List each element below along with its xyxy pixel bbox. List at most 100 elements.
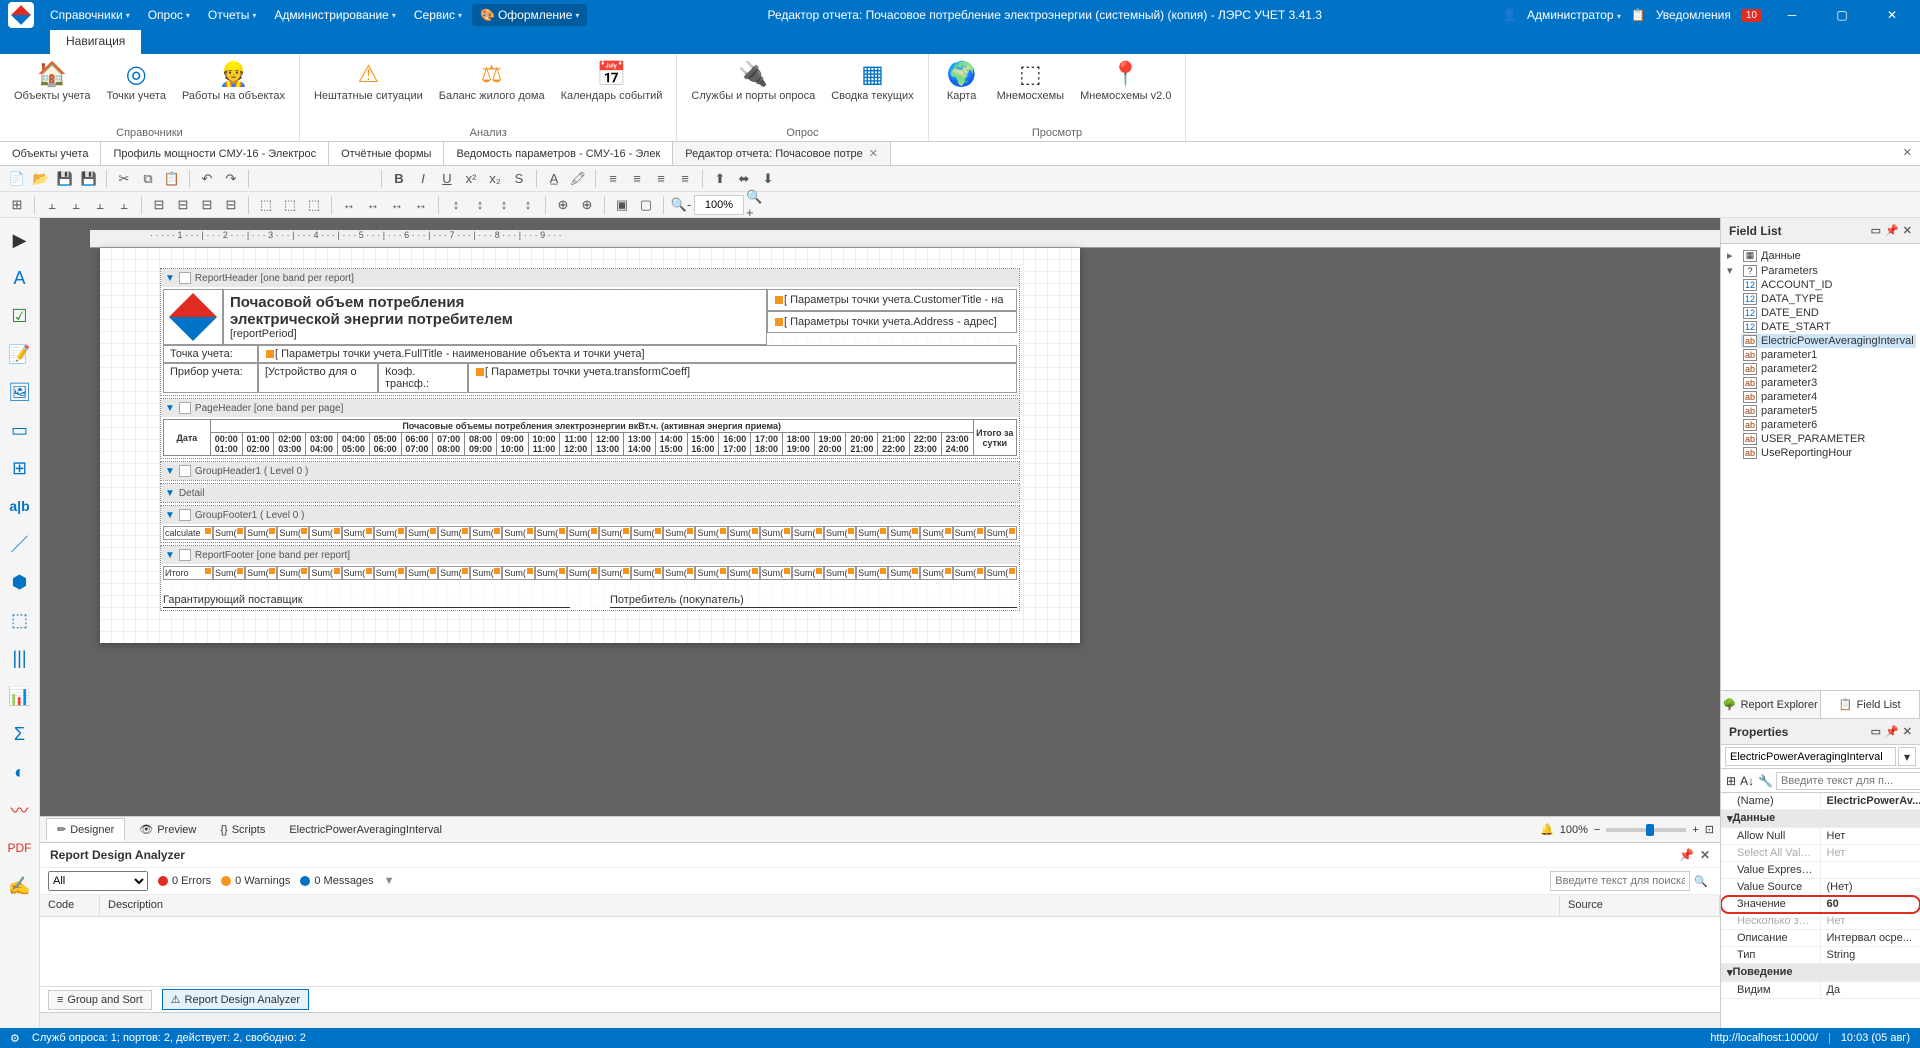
tochka-field[interactable]: [ Параметры точки учета.FullTitle - наим…	[258, 345, 1017, 363]
sum-cell[interactable]: Sum(	[406, 526, 438, 540]
tool-chart[interactable]: 📊	[6, 682, 34, 710]
ribbon-btn-map[interactable]: 🌍Карта	[937, 56, 987, 105]
tab-designer[interactable]: ✏Designer	[46, 818, 125, 841]
hour-col-header[interactable]: 06:0007:00	[401, 433, 433, 456]
sum-cell[interactable]: Sum(	[309, 566, 341, 580]
sum-cell[interactable]: Sum(	[760, 526, 792, 540]
sum-cell[interactable]: Sum(	[985, 526, 1017, 540]
menu-otchety[interactable]: Отчеты▾	[200, 4, 265, 26]
tb-valign-bot[interactable]: ⬇	[757, 168, 779, 190]
close-icon[interactable]: ✕	[1903, 725, 1912, 738]
sum-cell[interactable]: Sum(	[567, 566, 599, 580]
tree-param-parameter1[interactable]: abparameter1	[1741, 348, 1916, 362]
tree-row-params[interactable]: ▾?Parameters	[1725, 263, 1916, 278]
ribbon-btn-services[interactable]: 🔌Службы и порты опроса	[685, 56, 821, 105]
tb-align[interactable]: ⫠	[41, 194, 63, 216]
tree-param-ElectricPowerAveragingInterval[interactable]: abElectricPowerAveragingInterval	[1741, 334, 1916, 348]
tb-back[interactable]: ▢	[635, 194, 657, 216]
sum-cell[interactable]: Sum(	[309, 526, 341, 540]
sum-cell[interactable]: Sum(	[631, 526, 663, 540]
sort-az-button[interactable]: A↓	[1739, 771, 1755, 791]
tab-param[interactable]: ElectricPowerAveragingInterval	[279, 820, 452, 840]
sum-cell[interactable]: Sum(	[213, 526, 245, 540]
zoom-input[interactable]	[694, 195, 744, 215]
rda-button[interactable]: ⚠Report Design Analyzer	[162, 989, 309, 1010]
col-source[interactable]: Source	[1560, 895, 1720, 916]
sum-cell[interactable]: Sum(	[728, 566, 760, 580]
ribbon-btn-points[interactable]: ◎Точки учета	[100, 56, 172, 105]
tb-strike[interactable]: S	[508, 168, 530, 190]
pin-icon[interactable]: 📌	[1885, 224, 1899, 237]
band-report-header[interactable]: ▼ReportHeader [one band per report] Поча…	[160, 268, 1020, 396]
hour-col-header[interactable]: 17:0018:00	[751, 433, 783, 456]
tb-align-center[interactable]: ≡	[626, 168, 648, 190]
ribbon-btn-balance[interactable]: ⚖Баланс жилого дома	[433, 56, 551, 105]
sum-cell[interactable]: Sum(	[953, 566, 985, 580]
zoom-fit-button[interactable]: ⊡	[1705, 823, 1714, 836]
close-icon[interactable]: ✕	[1903, 224, 1912, 237]
sum-cell[interactable]: Sum(	[599, 526, 631, 540]
sum-cell[interactable]: Sum(	[728, 526, 760, 540]
band-report-footer[interactable]: ▼ReportFooter [one band per report] Итог…	[160, 545, 1020, 611]
tb-italic[interactable]: I	[412, 168, 434, 190]
sum-cell[interactable]: Sum(	[438, 566, 470, 580]
tb-center-h[interactable]: ⊕	[552, 194, 574, 216]
sum-cell[interactable]: Sum(	[374, 526, 406, 540]
sum-cell[interactable]: Sum(	[663, 526, 695, 540]
search-icon[interactable]: 🔍	[1690, 875, 1712, 888]
tree-param-UseReportingHour[interactable]: abUseReportingHour	[1741, 446, 1916, 460]
ribbon-btn-calendar[interactable]: 📅Календарь событий	[555, 56, 669, 105]
tb-space4[interactable]: ↔	[410, 194, 432, 216]
tab-field-list[interactable]: 📋Field List	[1821, 691, 1920, 718]
hours-title[interactable]: Почасовые объемы потребления электроэнер…	[210, 420, 973, 433]
sum-cell[interactable]: Sum(	[631, 566, 663, 580]
menu-design[interactable]: 🎨Оформление▾	[472, 4, 587, 26]
user-menu[interactable]: Администратор ▾	[1527, 8, 1621, 22]
tree-param-DATE_END[interactable]: 12DATE_END	[1741, 306, 1916, 320]
prop-row[interactable]: Value Express...	[1721, 862, 1920, 879]
prop-category-data[interactable]: ▾ Данные	[1721, 810, 1920, 828]
tool-panel[interactable]: ▭	[6, 416, 34, 444]
sum-cell[interactable]: Sum(	[953, 526, 985, 540]
chevron-down-icon[interactable]: ▼	[165, 550, 175, 561]
properties-search[interactable]	[1776, 772, 1920, 790]
hour-col-header[interactable]: 16:0017:00	[719, 433, 751, 456]
prop-row[interactable]: ОписаниеИнтервал осре...	[1721, 930, 1920, 947]
pin-icon[interactable]: 📌	[1885, 725, 1899, 738]
tb-align-left[interactable]: ≡	[602, 168, 624, 190]
sum-cell[interactable]: Sum(	[342, 526, 374, 540]
filter-icon[interactable]: ▼	[384, 875, 395, 887]
tb-space2[interactable]: ↔	[362, 194, 384, 216]
pin-icon[interactable]: 📌	[1679, 848, 1694, 862]
chevron-down-icon[interactable]: ▼	[165, 273, 175, 284]
hour-col-header[interactable]: 07:0008:00	[433, 433, 465, 456]
pribor-field[interactable]: [Устройство для о	[258, 363, 378, 393]
ribbon-btn-works[interactable]: 👷Работы на объектах	[176, 56, 291, 105]
tree-param-parameter2[interactable]: abparameter2	[1741, 362, 1916, 376]
sort-cat-button[interactable]: ⊞	[1725, 771, 1737, 791]
properties-object-selector[interactable]	[1725, 747, 1896, 766]
group-sort-button[interactable]: ≡Group and Sort	[48, 990, 152, 1010]
analyzer-filter[interactable]: All	[48, 871, 148, 891]
tool-shape[interactable]: ⬢	[6, 568, 34, 596]
tb-redo[interactable]: ↷	[220, 168, 242, 190]
wrench-icon[interactable]: 🔧	[1757, 771, 1774, 791]
sum-cell[interactable]: Sum(	[824, 526, 856, 540]
band-group-footer[interactable]: ▼GroupFooter1 ( Level 0 ) calculateSum(S…	[160, 505, 1020, 543]
doc-tab[interactable]: Отчётные формы	[329, 142, 444, 165]
tb-center-v[interactable]: ⊕	[576, 194, 598, 216]
tb-bold[interactable]: B	[388, 168, 410, 190]
hour-col-header[interactable]: 12:0013:00	[592, 433, 624, 456]
sum-cell[interactable]: Sum(	[856, 526, 888, 540]
sum-cell[interactable]: Sum(	[438, 526, 470, 540]
close-icon[interactable]: ✕	[1700, 848, 1710, 862]
menu-admin[interactable]: Администрирование▾	[266, 4, 403, 26]
hour-col-header[interactable]: 13:0014:00	[623, 433, 655, 456]
prop-row[interactable]: Allow NullНет	[1721, 828, 1920, 845]
sum-cell[interactable]: Sum(	[277, 526, 309, 540]
tool-char[interactable]: a|b	[6, 492, 34, 520]
sum-cell[interactable]: Sum(	[695, 566, 727, 580]
hour-col-header[interactable]: 23:0024:00	[941, 433, 973, 456]
properties-grid[interactable]: (Name)ElectricPowerAv... ▾ Данные Allow …	[1721, 793, 1920, 1028]
tree-param-parameter3[interactable]: abparameter3	[1741, 376, 1916, 390]
